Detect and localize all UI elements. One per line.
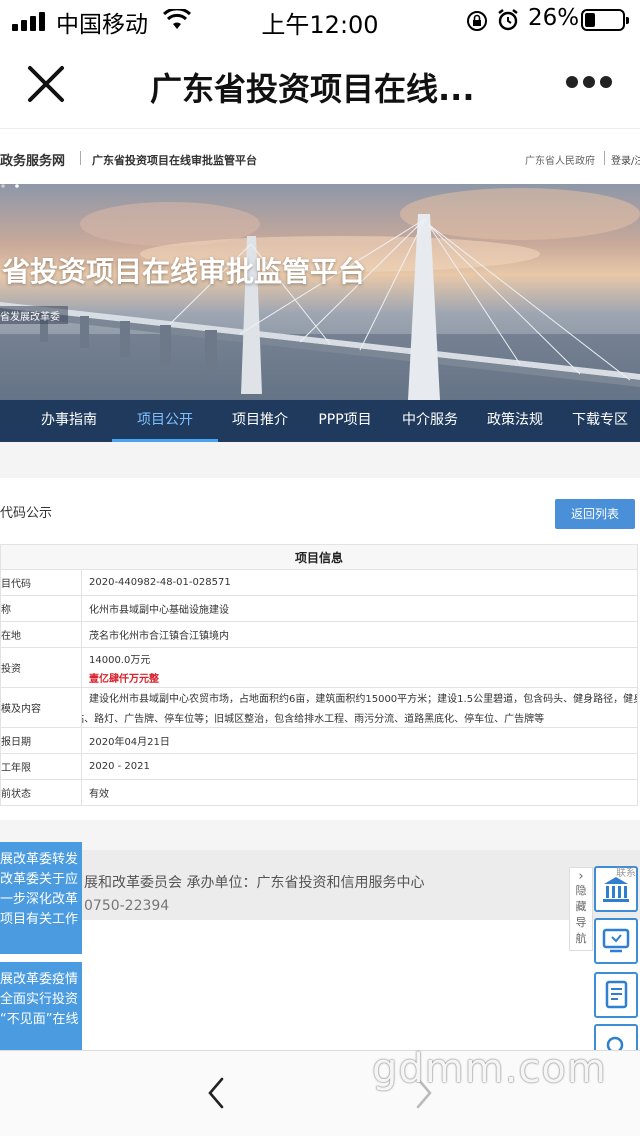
table-row: 称 化州市县域副中心基础设施建设: [0, 595, 638, 622]
menu-item-project-public[interactable]: 项目公开: [112, 400, 218, 442]
row-label: 称: [0, 595, 82, 622]
table-row: 目代码 2020-440982-48-01-028571: [0, 569, 638, 596]
carousel-indicator[interactable]: [0, 184, 20, 188]
bridge-illustration: [0, 188, 640, 400]
hide-nav-char: 导: [575, 916, 587, 929]
back-to-list-button[interactable]: 返回列表: [555, 499, 635, 529]
chevron-right-icon: ›: [578, 869, 584, 884]
table-row: 模及内容 建设化州市县域副中心农贸市场，占地面积约6亩，建筑面积约15000平方…: [0, 687, 638, 728]
section-gap: [0, 442, 640, 478]
banner-subtitle: 省发展改革委: [0, 306, 68, 324]
institution-icon[interactable]: 联系: [594, 866, 638, 912]
site-header: 政务服务网 广东省投资项目在线审批监管平台 广东省人民政府 登录/注: [0, 128, 640, 184]
hero-banner: 省投资项目在线审批监管平台 省发展改革委: [0, 184, 640, 400]
document-graphic: [605, 980, 628, 1009]
hide-nav-char: 藏: [575, 900, 587, 913]
row-value: 2020-440982-48-01-028571: [81, 569, 638, 596]
table-row: 前状态 有效: [0, 779, 638, 806]
orientation-lock-icon: [467, 11, 487, 31]
battery-icon: [581, 9, 629, 31]
section-gap-2: [0, 820, 640, 850]
table-row: 投资 14000.0万元 壹亿肆仟万元整: [0, 647, 638, 688]
row-label: 投资: [0, 647, 82, 688]
investment-amount-capital: 壹亿肆仟万元整: [89, 673, 159, 685]
menu-item-download[interactable]: 下载专区: [562, 400, 638, 442]
menu-item-ppp[interactable]: PPP项目: [306, 400, 384, 442]
hide-nav-char: 隐: [575, 884, 587, 897]
news-card-line: 展改革委转发: [0, 852, 79, 867]
platform-name: 广东省投资项目在线审批监管平台: [92, 154, 257, 167]
row-label: 报日期: [0, 727, 82, 754]
hide-nav-toggle[interactable]: › 隐 藏 导 航: [569, 867, 593, 951]
page-title: 广东省投资项目在线...: [150, 70, 475, 108]
news-card-epidemic[interactable]: 展改革委疫情 全面实行投资 “不见面”在线: [0, 962, 82, 1050]
news-card-line: 改革委关于应: [0, 872, 79, 887]
row-label: 前状态: [0, 779, 82, 806]
news-card-line: 展改革委疫情: [0, 972, 79, 987]
menu-item-policy[interactable]: 政策法规: [477, 400, 553, 442]
hide-nav-char: 航: [575, 932, 587, 945]
battery-percent: 26%: [528, 5, 580, 31]
row-value: 茂名市化州市合江镇合江镇境内: [81, 621, 638, 648]
row-value: 2020年04月21日: [81, 727, 638, 754]
browser-nav-bar: 广东省投资项目在线...: [0, 40, 640, 128]
footer-organizer: 展和改革委员会 承办单位：广东省投资和信用服务中心: [84, 875, 425, 891]
monitor-graphic: [602, 928, 630, 953]
banner-title: 省投资项目在线审批监管平台: [2, 255, 367, 288]
panel-title: 代码公示: [0, 506, 53, 521]
row-value: 建设化州市县域副中心农贸市场，占地面积约6亩，建筑面积约15000平方米；建设1…: [81, 687, 638, 728]
alarm-icon: [498, 9, 518, 31]
news-card-line: 项目有关工作: [0, 912, 79, 927]
row-label: 模及内容: [0, 687, 82, 728]
menu-item-project-promotion[interactable]: 项目推介: [222, 400, 298, 442]
footer-phone: 0750-22394: [84, 898, 170, 914]
contact-label: 联系: [616, 868, 636, 879]
project-info-table: 项目信息 目代码 2020-440982-48-01-028571 称 化州市县…: [0, 544, 638, 806]
watermark: gdmm.com: [372, 1046, 607, 1092]
site-name-link[interactable]: 政务服务网: [0, 150, 65, 169]
news-card-reform[interactable]: 展改革委转发 改革委关于应 一步深化改革 项目有关工作: [0, 842, 82, 954]
status-bar: 中国移动 上午12:00 26%: [0, 0, 640, 40]
table-header: 项目信息: [0, 544, 638, 570]
more-icon[interactable]: [564, 74, 614, 94]
monitor-icon[interactable]: [594, 918, 638, 964]
header-divider: [80, 151, 81, 165]
scope-line-1: 建设化州市县域副中心农贸市场，占地面积约6亩，建筑面积约15000平方米；建设1…: [89, 694, 637, 705]
row-label: 工年限: [0, 753, 82, 780]
scope-line-2: 休闲广场、5G基站、路灯、广告牌、停车位等；旧城区整治，包含给排水工程、雨污分流…: [83, 714, 545, 725]
menu-item-intermediary[interactable]: 中介服务: [392, 400, 468, 442]
row-value: 14000.0万元 壹亿肆仟万元整: [81, 647, 638, 688]
news-card-line: “不见面”在线: [0, 1012, 79, 1027]
row-value: 有效: [81, 779, 638, 806]
menu-item-guide[interactable]: 办事指南: [30, 400, 108, 442]
login-link[interactable]: 登录/注: [611, 152, 640, 167]
table-row: 报日期 2020年04月21日: [0, 727, 638, 754]
row-value: 化州市县域副中心基础设施建设: [81, 595, 638, 622]
table-row: 在地 茂名市化州市合江镇合江镇境内: [0, 621, 638, 648]
table-row: 工年限 2020 - 2021: [0, 753, 638, 780]
row-value: 2020 - 2021: [81, 753, 638, 780]
news-card-line: 一步深化改革: [0, 892, 79, 907]
row-label: 在地: [0, 621, 82, 648]
row-label: 目代码: [0, 569, 82, 596]
header-divider-right: [604, 151, 605, 165]
table-header-row: 项目信息: [0, 544, 638, 570]
document-icon[interactable]: [594, 972, 638, 1018]
news-card-line: 全面实行投资: [0, 992, 79, 1007]
page-footer: 展和改革委员会 承办单位：广东省投资和信用服务中心 0750-22394: [0, 850, 640, 920]
back-arrow-icon[interactable]: [204, 1075, 228, 1111]
main-menu: 办事指南 项目公开 项目推介 PPP项目 中介服务 政策法规 下载专区: [0, 400, 640, 442]
close-icon[interactable]: [24, 62, 68, 106]
investment-amount: 14000.0万元: [89, 654, 151, 666]
gov-link[interactable]: 广东省人民政府: [525, 152, 595, 167]
